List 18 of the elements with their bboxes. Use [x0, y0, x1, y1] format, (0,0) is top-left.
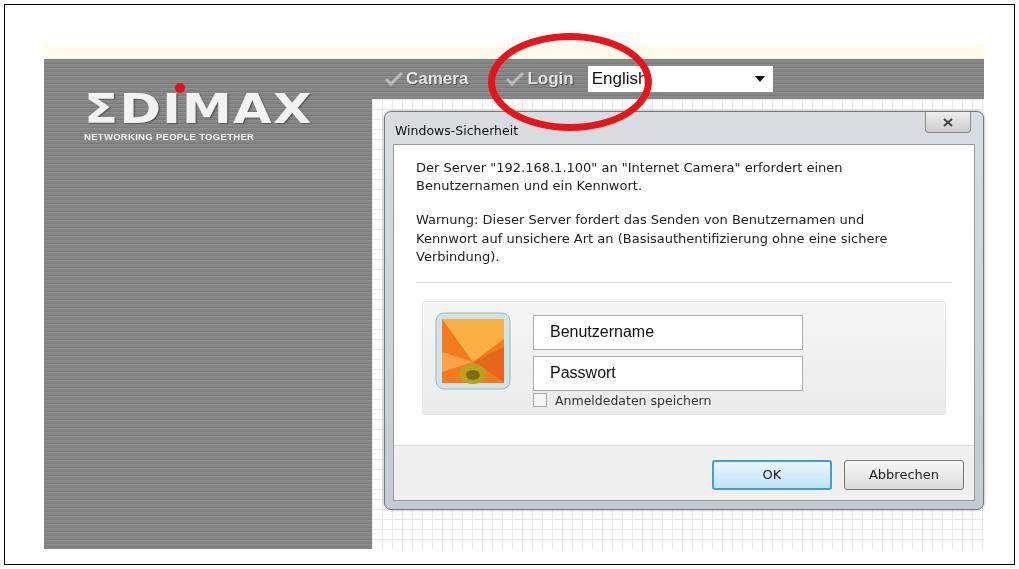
input-field[interactable]: Benutzername — [533, 314, 803, 350]
language-select[interactable]: English — [587, 66, 773, 92]
close-icon — [943, 117, 953, 127]
close-button[interactable] — [925, 112, 971, 133]
input-field[interactable]: Passwort — [533, 355, 803, 391]
caret-icon — [754, 76, 765, 82]
brand-logo: ΣDIMAX — [84, 89, 313, 129]
dialog-title: Windows-Sicherheit — [394, 122, 519, 138]
warning-text: Warnung: Dieser Server fordert das Senden von Benutzernamen und Kennwort auf unsichere Art an (Basisauthentifizierung ohne eine sichere Verbindung). — [416, 211, 889, 266]
logo-dot-icon — [175, 83, 185, 93]
cancel-button[interactable]: Abbrechen — [844, 459, 964, 490]
ok-button[interactable]: OK — [712, 459, 832, 490]
checkbox[interactable] — [533, 393, 547, 408]
check-icon — [506, 72, 525, 86]
message-text: Der Server "192.168.1.100" an "Internet Camera" erfordert einen Benutzernamen und ein Kennwort. — [416, 159, 844, 196]
check-icon — [385, 72, 403, 86]
logo-tagline: NETWORKING PEOPLE TOGETHER — [84, 131, 255, 142]
checkbox-label: Anmeldedaten speichern — [555, 392, 712, 408]
